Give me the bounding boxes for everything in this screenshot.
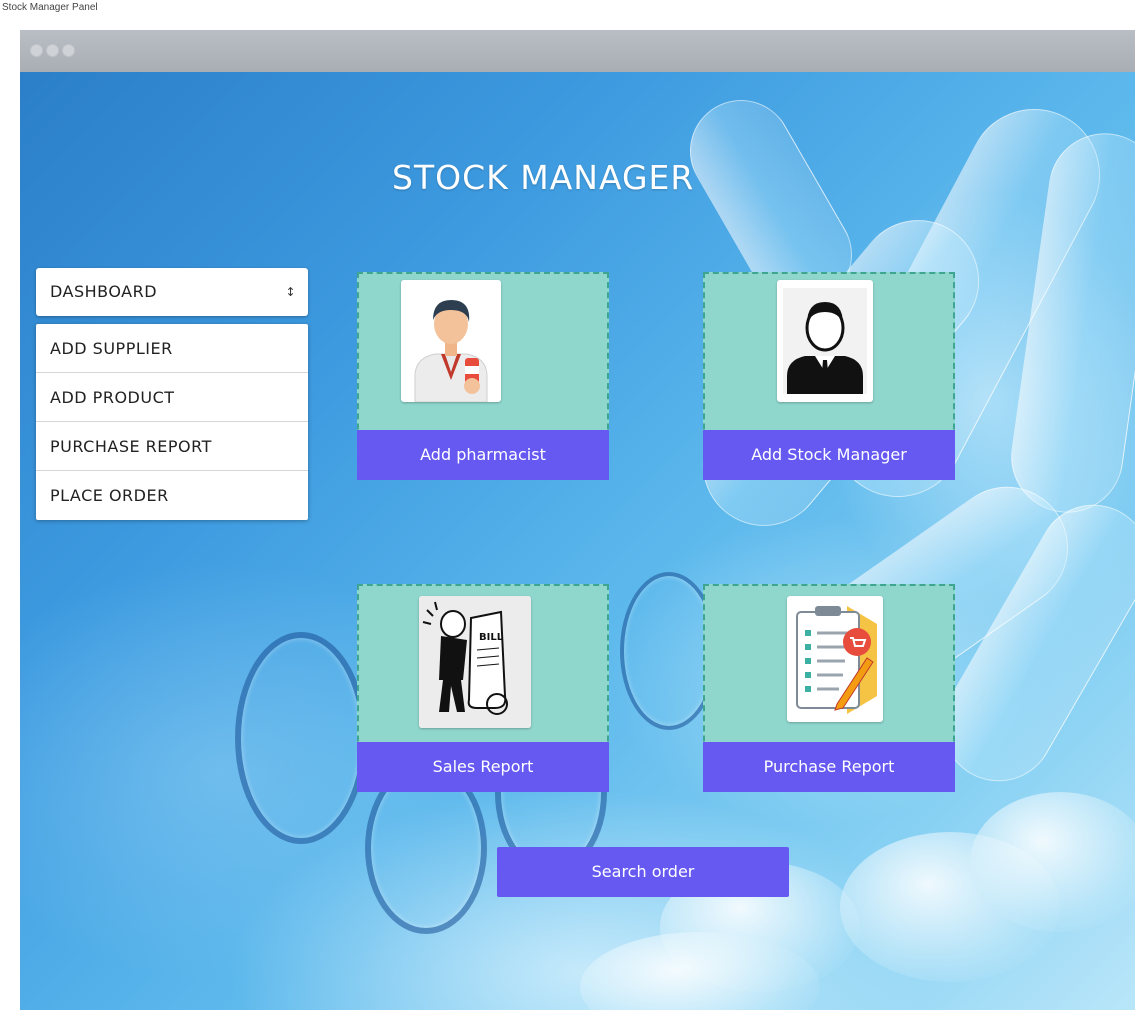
bill-icon: BILL	[419, 596, 531, 728]
purchase-report-button[interactable]: Purchase Report	[703, 742, 955, 792]
add-stock-manager-button[interactable]: Add Stock Manager	[703, 430, 955, 480]
search-order-button[interactable]: Search order	[497, 847, 789, 897]
app-window: STOCK MANAGER DASHBOARD ↕ ADD SUPPLIER A…	[20, 30, 1135, 1010]
sidebar-item-add-product[interactable]: ADD PRODUCT	[36, 373, 308, 422]
sales-report-card[interactable]: BILL Sales Report	[357, 584, 609, 792]
dashboard-select[interactable]: DASHBOARD ↕	[36, 268, 308, 316]
sales-report-button[interactable]: Sales Report	[357, 742, 609, 792]
maximize-window-icon[interactable]	[62, 44, 75, 57]
pharmacist-icon	[401, 280, 501, 402]
close-window-icon[interactable]	[30, 44, 43, 57]
updown-arrows-icon: ↕	[285, 285, 296, 299]
checklist-icon	[787, 596, 883, 722]
sidebar-item-purchase-report[interactable]: PURCHASE REPORT	[36, 422, 308, 471]
sidebar-item-place-order[interactable]: PLACE ORDER	[36, 471, 308, 520]
purchase-report-card[interactable]: Purchase Report	[703, 584, 955, 792]
svg-text:BILL: BILL	[479, 632, 504, 643]
title-bar	[20, 30, 1135, 72]
minimize-window-icon[interactable]	[46, 44, 59, 57]
dashboard-select-value: DASHBOARD	[50, 282, 158, 301]
sidebar-menu: ADD SUPPLIER ADD PRODUCT PURCHASE REPORT…	[36, 324, 308, 520]
sidebar-item-add-supplier[interactable]: ADD SUPPLIER	[36, 324, 308, 373]
add-pharmacist-card[interactable]: Add pharmacist	[357, 272, 609, 480]
main-content: STOCK MANAGER DASHBOARD ↕ ADD SUPPLIER A…	[20, 72, 1135, 1010]
add-pharmacist-button[interactable]: Add pharmacist	[357, 430, 609, 480]
manager-icon	[777, 280, 873, 402]
page-title: STOCK MANAGER	[392, 158, 695, 197]
window-caption: Stock Manager Panel	[2, 2, 98, 13]
add-stock-manager-card[interactable]: Add Stock Manager	[703, 272, 955, 480]
